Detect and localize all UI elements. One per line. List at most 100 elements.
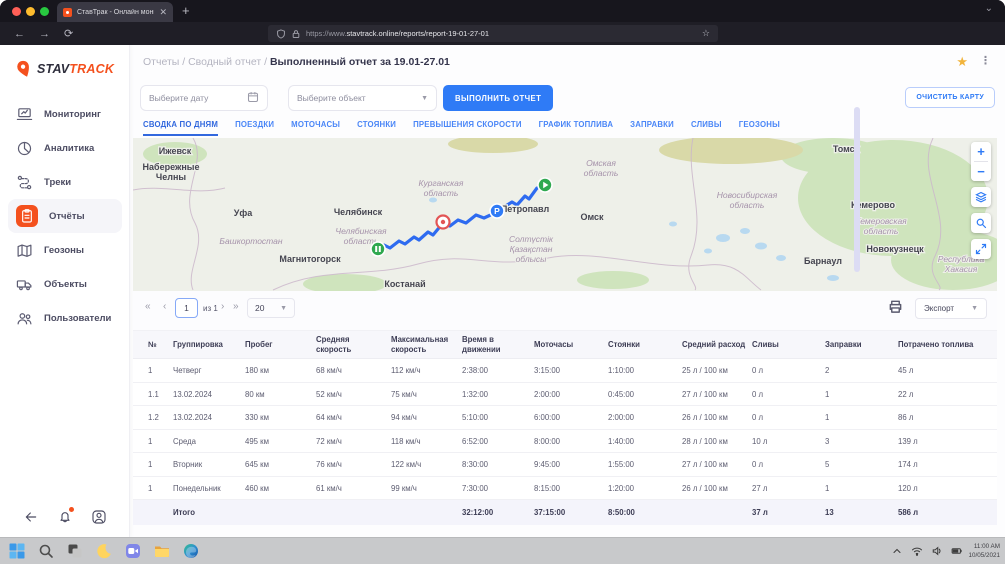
totals-cell: 13 xyxy=(825,508,898,517)
sidebar-item-reports[interactable]: Отчёты xyxy=(8,199,122,233)
tab-title: СтавТрак - Онлайн мониторин xyxy=(77,9,154,16)
table-cell: 64 км/ч xyxy=(316,413,391,422)
objects-icon xyxy=(16,276,33,293)
browser-tab[interactable]: СтавТрак - Онлайн мониторин ✕ xyxy=(57,2,173,22)
reload-button[interactable]: ⟳ xyxy=(64,27,73,40)
tracking-shield-icon[interactable] xyxy=(276,29,286,39)
table-cell: 645 км xyxy=(245,460,316,469)
new-tab-button[interactable]: + xyxy=(182,3,190,18)
run-report-button[interactable]: ВЫПОЛНИТЬ ОТЧЕТ xyxy=(443,85,553,111)
window-zoom-button[interactable] xyxy=(40,7,49,16)
tab-item[interactable]: ПОЕЗДКИ xyxy=(235,120,274,136)
date-picker[interactable] xyxy=(140,85,268,111)
breadcrumb-subsection[interactable]: Сводный отчет xyxy=(188,56,261,68)
breadcrumb-section[interactable]: Отчеты xyxy=(143,56,179,68)
taskbar-moon-icon[interactable] xyxy=(96,543,112,559)
map[interactable]: ИжевскНабережныеЧелныУфаЧелябинскМагнито… xyxy=(133,138,997,291)
tab-item[interactable]: СТОЯНКИ xyxy=(357,120,396,136)
taskbar-start-icon[interactable] xyxy=(9,543,25,559)
table-row[interactable]: 1Среда495 км72 км/ч118 км/ч6:52:008:00:0… xyxy=(133,430,997,454)
next-page-button[interactable]: › xyxy=(221,301,224,312)
table-row[interactable]: 1.213.02.2024330 км64 км/ч94 км/ч5:10:00… xyxy=(133,406,997,430)
stavtrack-logo[interactable]: STAVTRACK xyxy=(14,59,114,79)
table-cell: 75 км/ч xyxy=(391,390,462,399)
taskbar-search-icon[interactable] xyxy=(38,543,54,559)
tab-item[interactable]: ГЕОЗОНЫ xyxy=(739,120,780,136)
system-tray[interactable] xyxy=(891,545,963,557)
prev-page-button[interactable]: ‹ xyxy=(163,301,166,312)
kebab-menu-icon[interactable]: ⋮ xyxy=(980,54,991,67)
object-select[interactable]: Выберите объект ▼ xyxy=(288,85,437,111)
route-marker-parking[interactable]: P xyxy=(490,204,504,218)
tab-item[interactable]: МОТОЧАСЫ xyxy=(291,120,340,136)
forward-button[interactable]: → xyxy=(39,28,50,40)
page-size-select[interactable]: 20▼ xyxy=(247,298,295,318)
table-cell: 13.02.2024 xyxy=(173,390,245,399)
route-marker-start[interactable] xyxy=(538,178,552,192)
tab-item[interactable]: СЛИВЫ xyxy=(691,120,722,136)
table-cell: 139 л xyxy=(898,437,997,446)
table-cell: 2 xyxy=(825,366,898,375)
sidebar-item-objects[interactable]: Объекты xyxy=(8,267,122,301)
last-page-button[interactable]: » xyxy=(233,301,239,312)
tabs-list-chevron-icon[interactable]: ⌄ xyxy=(985,3,993,14)
sidebar-item-geozones[interactable]: Геозоны xyxy=(8,233,122,267)
tray-chevron-icon[interactable] xyxy=(891,545,903,557)
map-region-label: Курганскаяобласть xyxy=(419,178,464,198)
sidebar-item-monitoring[interactable]: Мониторинг xyxy=(8,97,122,131)
date-input[interactable] xyxy=(149,93,247,103)
map-zoom-out-button[interactable]: − xyxy=(971,162,991,181)
battery-icon[interactable] xyxy=(951,545,963,557)
favorite-star-icon[interactable]: ★ xyxy=(956,54,968,70)
map-layers-button[interactable] xyxy=(971,187,991,207)
notifications-bell-icon[interactable] xyxy=(57,509,73,525)
table-row[interactable]: 1.113.02.202480 км52 км/ч75 км/ч1:32:002… xyxy=(133,383,997,407)
table-cell: 1 xyxy=(148,437,173,446)
export-select[interactable]: Экспорт▼ xyxy=(915,298,987,319)
totals-cell: 37:15:00 xyxy=(534,508,608,517)
taskbar-clock[interactable]: 11:00 AM 10/05/2021 xyxy=(968,542,1000,561)
table-row[interactable]: 1Четверг180 км68 км/ч112 км/ч2:38:003:15… xyxy=(133,359,997,383)
bookmark-star-icon[interactable]: ☆ xyxy=(702,28,710,39)
tab-item[interactable]: ЗАПРАВКИ xyxy=(630,120,674,136)
browser-navbar: ← → ⟳ https://www.stavtrack.online/repor… xyxy=(0,22,1005,45)
taskbar-explorer-icon[interactable] xyxy=(154,543,170,559)
table-totals-row: Итого32:12:0037:15:008:50:0037 л13586 л xyxy=(133,500,997,525)
wifi-icon[interactable] xyxy=(911,545,923,557)
collapse-sidebar-button[interactable] xyxy=(23,509,39,525)
print-button[interactable] xyxy=(888,299,903,314)
url-bar[interactable]: https://www.stavtrack.online/reports/rep… xyxy=(268,25,718,42)
sidebar-item-tracks[interactable]: Треки xyxy=(8,165,122,199)
lock-icon[interactable] xyxy=(291,29,301,39)
map-city-label: Магнитогорск xyxy=(279,254,341,264)
back-button[interactable]: ← xyxy=(14,28,25,40)
table-cell: 6:00:00 xyxy=(534,413,608,422)
table-row[interactable]: 1Вторник645 км76 км/ч122 км/ч8:30:009:45… xyxy=(133,453,997,477)
tab-active[interactable]: СВОДКА ПО ДНЯМ xyxy=(143,120,218,136)
volume-icon[interactable] xyxy=(931,545,943,557)
tab-item[interactable]: ГРАФИК ТОПЛИВА xyxy=(539,120,614,136)
page-number-input[interactable] xyxy=(175,298,198,318)
tab-item[interactable]: ПРЕВЫШЕНИЯ СКОРОСТИ xyxy=(413,120,522,136)
clear-map-button[interactable]: ОЧИСТИТЬ КАРТУ xyxy=(905,87,995,108)
sidebar-item-analytics[interactable]: Аналитика xyxy=(8,131,122,165)
window-close-button[interactable] xyxy=(12,7,21,16)
map-city-label: Омск xyxy=(580,212,604,222)
table-cell: 7:30:00 xyxy=(462,484,534,493)
map-zoom-in-button[interactable]: + xyxy=(971,142,991,161)
taskbar-edge-icon[interactable] xyxy=(183,543,199,559)
taskbar-chat-icon[interactable] xyxy=(125,543,141,559)
profile-icon[interactable] xyxy=(91,509,107,525)
route-marker-pause[interactable] xyxy=(371,242,385,256)
route-marker-stop[interactable] xyxy=(437,216,450,229)
first-page-button[interactable]: « xyxy=(145,301,151,312)
tab-close-icon[interactable]: ✕ xyxy=(159,8,167,17)
table-row[interactable]: 1Понедельник460 км61 км/ч99 км/ч7:30:008… xyxy=(133,477,997,501)
map-fullscreen-button[interactable] xyxy=(971,239,991,259)
sidebar-item-users[interactable]: Пользователи xyxy=(8,301,122,335)
table-cell: 3:15:00 xyxy=(534,366,608,375)
map-search-button[interactable] xyxy=(971,213,991,233)
taskbar-taskview-icon[interactable] xyxy=(67,543,83,559)
vertical-scrollbar[interactable] xyxy=(854,107,860,272)
window-minimize-button[interactable] xyxy=(26,7,35,16)
